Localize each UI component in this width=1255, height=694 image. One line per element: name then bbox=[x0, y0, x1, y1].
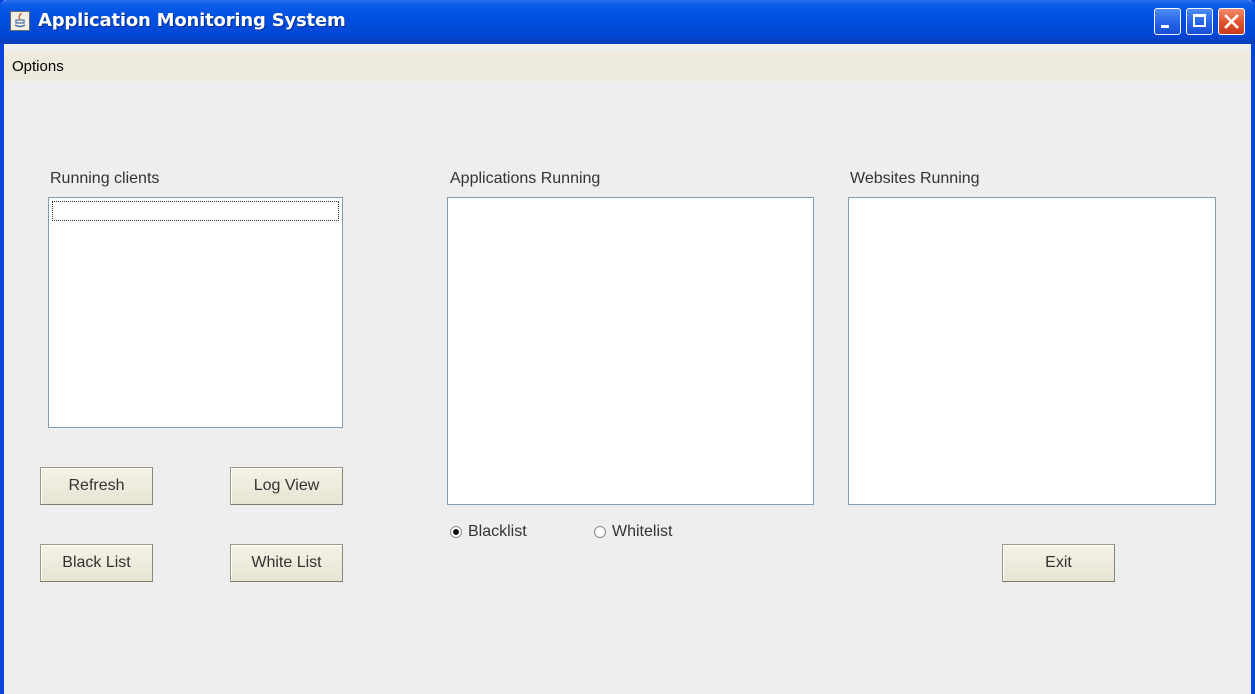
websites-running-list[interactable] bbox=[848, 197, 1216, 505]
close-icon bbox=[1224, 14, 1239, 29]
black-list-button[interactable]: Black List bbox=[40, 544, 153, 582]
radio-unselected-icon bbox=[594, 526, 606, 538]
radio-selected-icon bbox=[450, 526, 462, 538]
menu-bar: Options bbox=[4, 51, 1251, 81]
whitelist-radio[interactable]: Whitelist bbox=[594, 523, 672, 541]
whitelist-radio-label: Whitelist bbox=[612, 523, 673, 540]
maximize-button[interactable] bbox=[1186, 8, 1213, 35]
running-clients-list[interactable] bbox=[48, 197, 343, 428]
running-clients-label: Running clients bbox=[50, 170, 160, 187]
window-title: Application Monitoring System bbox=[38, 10, 346, 31]
log-view-button[interactable]: Log View bbox=[230, 467, 343, 505]
blacklist-radio-label: Blacklist bbox=[468, 523, 527, 540]
minimize-icon bbox=[1161, 25, 1169, 28]
app-window: Application Monitoring System Options Ru… bbox=[0, 0, 1255, 694]
white-list-button[interactable]: White List bbox=[230, 544, 343, 582]
menu-options[interactable]: Options bbox=[12, 58, 64, 75]
applications-running-list[interactable] bbox=[447, 197, 814, 505]
blacklist-radio[interactable]: Blacklist bbox=[450, 523, 527, 541]
title-bar[interactable]: Application Monitoring System bbox=[0, 0, 1255, 44]
websites-running-label: Websites Running bbox=[850, 170, 980, 187]
refresh-button[interactable]: Refresh bbox=[40, 467, 153, 505]
close-button[interactable] bbox=[1218, 8, 1245, 35]
applications-running-label: Applications Running bbox=[450, 170, 601, 187]
minimize-button[interactable] bbox=[1154, 8, 1181, 35]
radio-dot-icon bbox=[453, 529, 459, 535]
maximize-icon bbox=[1193, 14, 1206, 27]
list-item[interactable] bbox=[52, 201, 339, 221]
exit-button[interactable]: Exit bbox=[1002, 544, 1115, 582]
java-app-icon[interactable] bbox=[10, 11, 30, 31]
